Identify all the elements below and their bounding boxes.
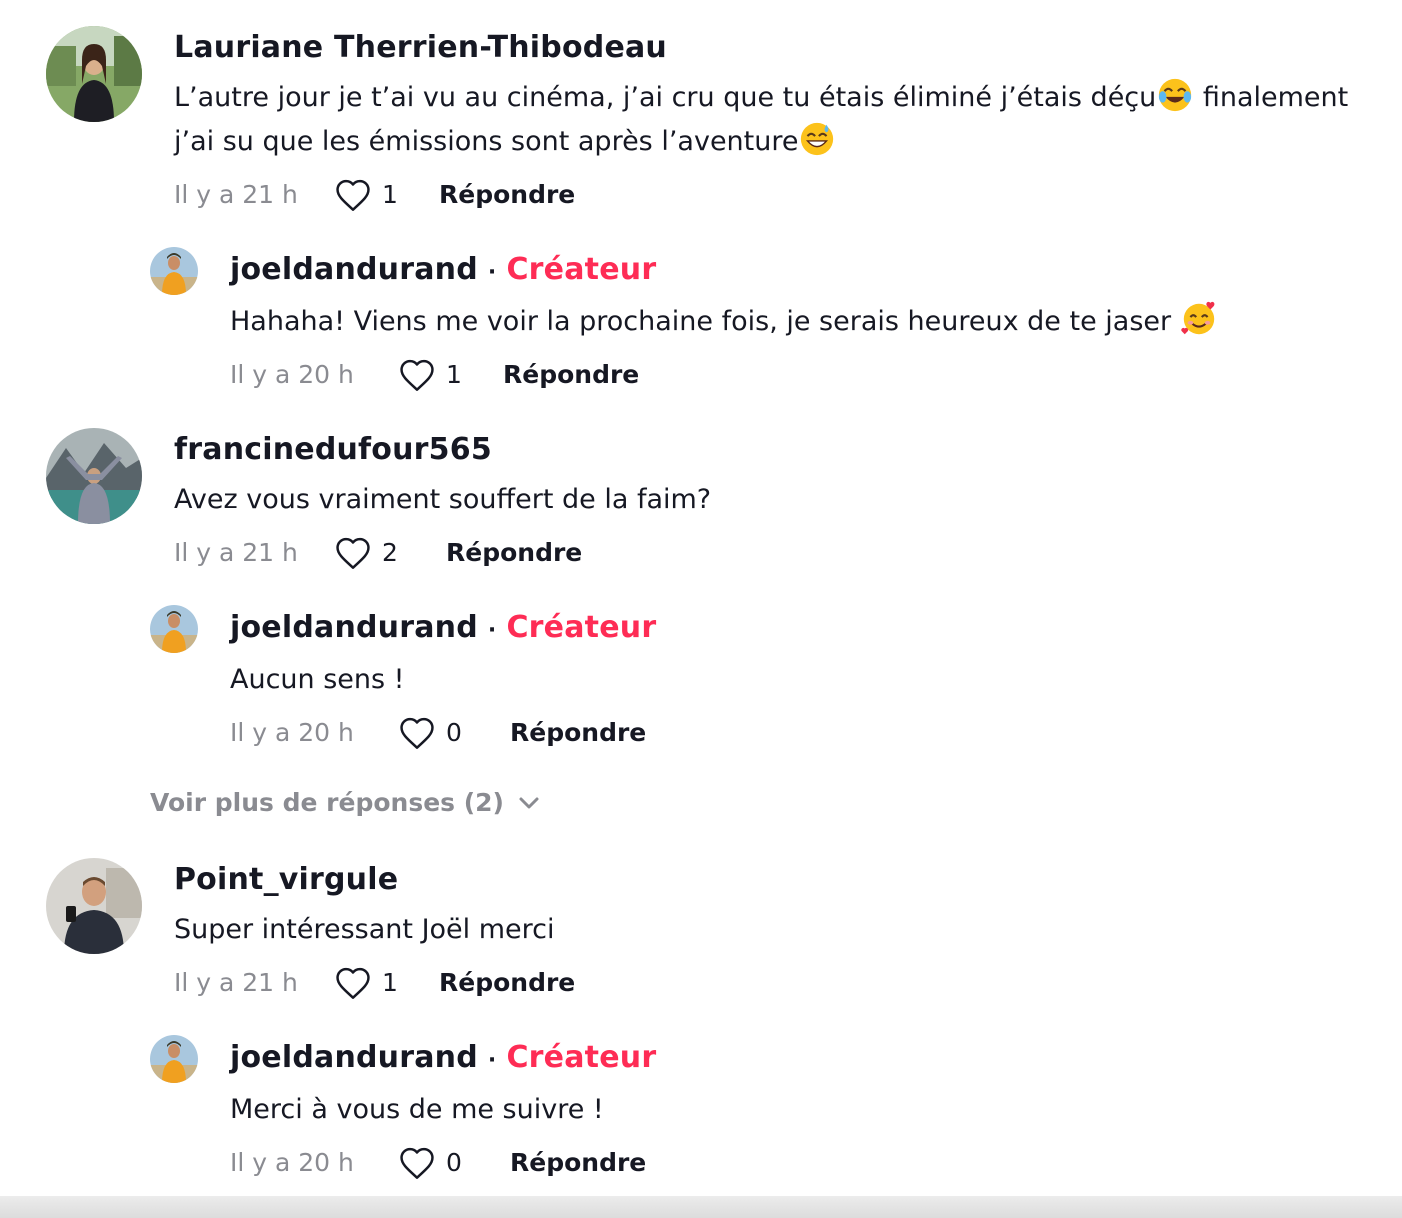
grinning-face-with-sweat-icon xyxy=(801,122,834,156)
comment-meta: Il y a 21 h 2 Répondre xyxy=(174,533,582,573)
reply-time: Il y a 20 h xyxy=(230,360,354,389)
like-count: 1 xyxy=(382,180,398,209)
reply-meta: Il y a 20 h 1 Répondre xyxy=(230,355,639,395)
comment-time: Il y a 21 h xyxy=(174,180,298,209)
like-count: 1 xyxy=(382,968,398,997)
face-with-tears-of-joy-icon xyxy=(1159,78,1192,112)
heart-icon xyxy=(398,716,436,750)
reply-button[interactable]: Répondre xyxy=(510,1143,646,1183)
separator: · xyxy=(487,618,497,643)
view-more-replies-button[interactable]: Voir plus de réponses (2) xyxy=(150,788,540,817)
comment-text: Super intéressant Joël merci xyxy=(174,914,555,945)
like-button[interactable]: 1 xyxy=(398,355,462,395)
reply-text: Hahaha! Viens me voir la prochaine fois,… xyxy=(230,300,1402,344)
reply-username[interactable]: joeldandurand xyxy=(230,1040,478,1075)
like-button[interactable]: 0 xyxy=(398,713,462,753)
comment-text: Avez vous vraiment souffert de la faim? xyxy=(174,484,712,515)
bottom-bar xyxy=(0,1196,1402,1218)
comment-time: Il y a 21 h xyxy=(174,538,298,567)
like-count: 1 xyxy=(446,360,462,389)
creator-badge: Créateur xyxy=(506,1040,657,1075)
reply-text: Merci à vous de me suivre ! xyxy=(230,1094,604,1125)
like-button[interactable]: 1 xyxy=(334,963,398,1003)
avatar[interactable] xyxy=(150,1035,198,1083)
reply-time: Il y a 20 h xyxy=(230,718,354,747)
reply-username[interactable]: joeldandurand xyxy=(230,252,478,287)
comment-username[interactable]: Lauriane Therrien-Thibodeau xyxy=(174,30,667,66)
comment-meta: Il y a 21 h 1 Répondre xyxy=(174,175,575,215)
comment-text-part: L’autre jour je t’ai vu au cinéma, j’ai … xyxy=(174,82,1157,113)
reply-button[interactable]: Répondre xyxy=(439,175,575,215)
chevron-down-icon xyxy=(519,797,539,808)
comment-username[interactable]: francinedufour565 xyxy=(174,432,492,468)
separator: · xyxy=(487,1048,497,1073)
reply-button[interactable]: Répondre xyxy=(439,963,575,1003)
reply-username[interactable]: joeldandurand xyxy=(230,610,478,645)
reply-text-part: Hahaha! Viens me voir la prochaine fois,… xyxy=(230,306,1180,337)
heart-icon xyxy=(398,1146,436,1180)
like-button[interactable]: 2 xyxy=(334,533,398,573)
reply-username-row: joeldandurand · Créateur xyxy=(230,610,656,649)
reply-meta: Il y a 20 h 0 Répondre xyxy=(230,1143,646,1183)
reply-button[interactable]: Répondre xyxy=(503,355,639,395)
reply-time: Il y a 20 h xyxy=(230,1148,354,1177)
comment-meta: Il y a 21 h 1 Répondre xyxy=(174,963,575,1003)
smiling-face-with-hearts-icon xyxy=(1180,301,1215,335)
reply-meta: Il y a 20 h 0 Répondre xyxy=(230,713,646,753)
comment-username[interactable]: Point_virgule xyxy=(174,862,398,898)
avatar[interactable] xyxy=(46,26,142,122)
heart-icon xyxy=(334,536,372,570)
like-count: 0 xyxy=(446,1148,462,1177)
avatar[interactable] xyxy=(46,858,142,954)
reply-button[interactable]: Répondre xyxy=(510,713,646,753)
heart-icon xyxy=(334,966,372,1000)
like-count: 0 xyxy=(446,718,462,747)
heart-icon xyxy=(334,178,372,212)
avatar[interactable] xyxy=(46,428,142,524)
like-button[interactable]: 0 xyxy=(398,1143,462,1183)
reply-username-row: joeldandurand · Créateur xyxy=(230,252,656,291)
comment-time: Il y a 21 h xyxy=(174,968,298,997)
avatar[interactable] xyxy=(150,247,198,295)
reply-username-row: joeldandurand · Créateur xyxy=(230,1040,656,1079)
reply-text: Aucun sens ! xyxy=(230,664,405,695)
avatar[interactable] xyxy=(150,605,198,653)
view-more-replies-label: Voir plus de réponses (2) xyxy=(150,788,504,817)
like-button[interactable]: 1 xyxy=(334,175,398,215)
separator: · xyxy=(487,260,497,285)
heart-icon xyxy=(398,358,436,392)
like-count: 2 xyxy=(382,538,398,567)
reply-button[interactable]: Répondre xyxy=(446,533,582,573)
creator-badge: Créateur xyxy=(506,610,657,645)
comment-text: L’autre jour je t’ai vu au cinéma, j’ai … xyxy=(174,76,1374,164)
creator-badge: Créateur xyxy=(506,252,657,287)
